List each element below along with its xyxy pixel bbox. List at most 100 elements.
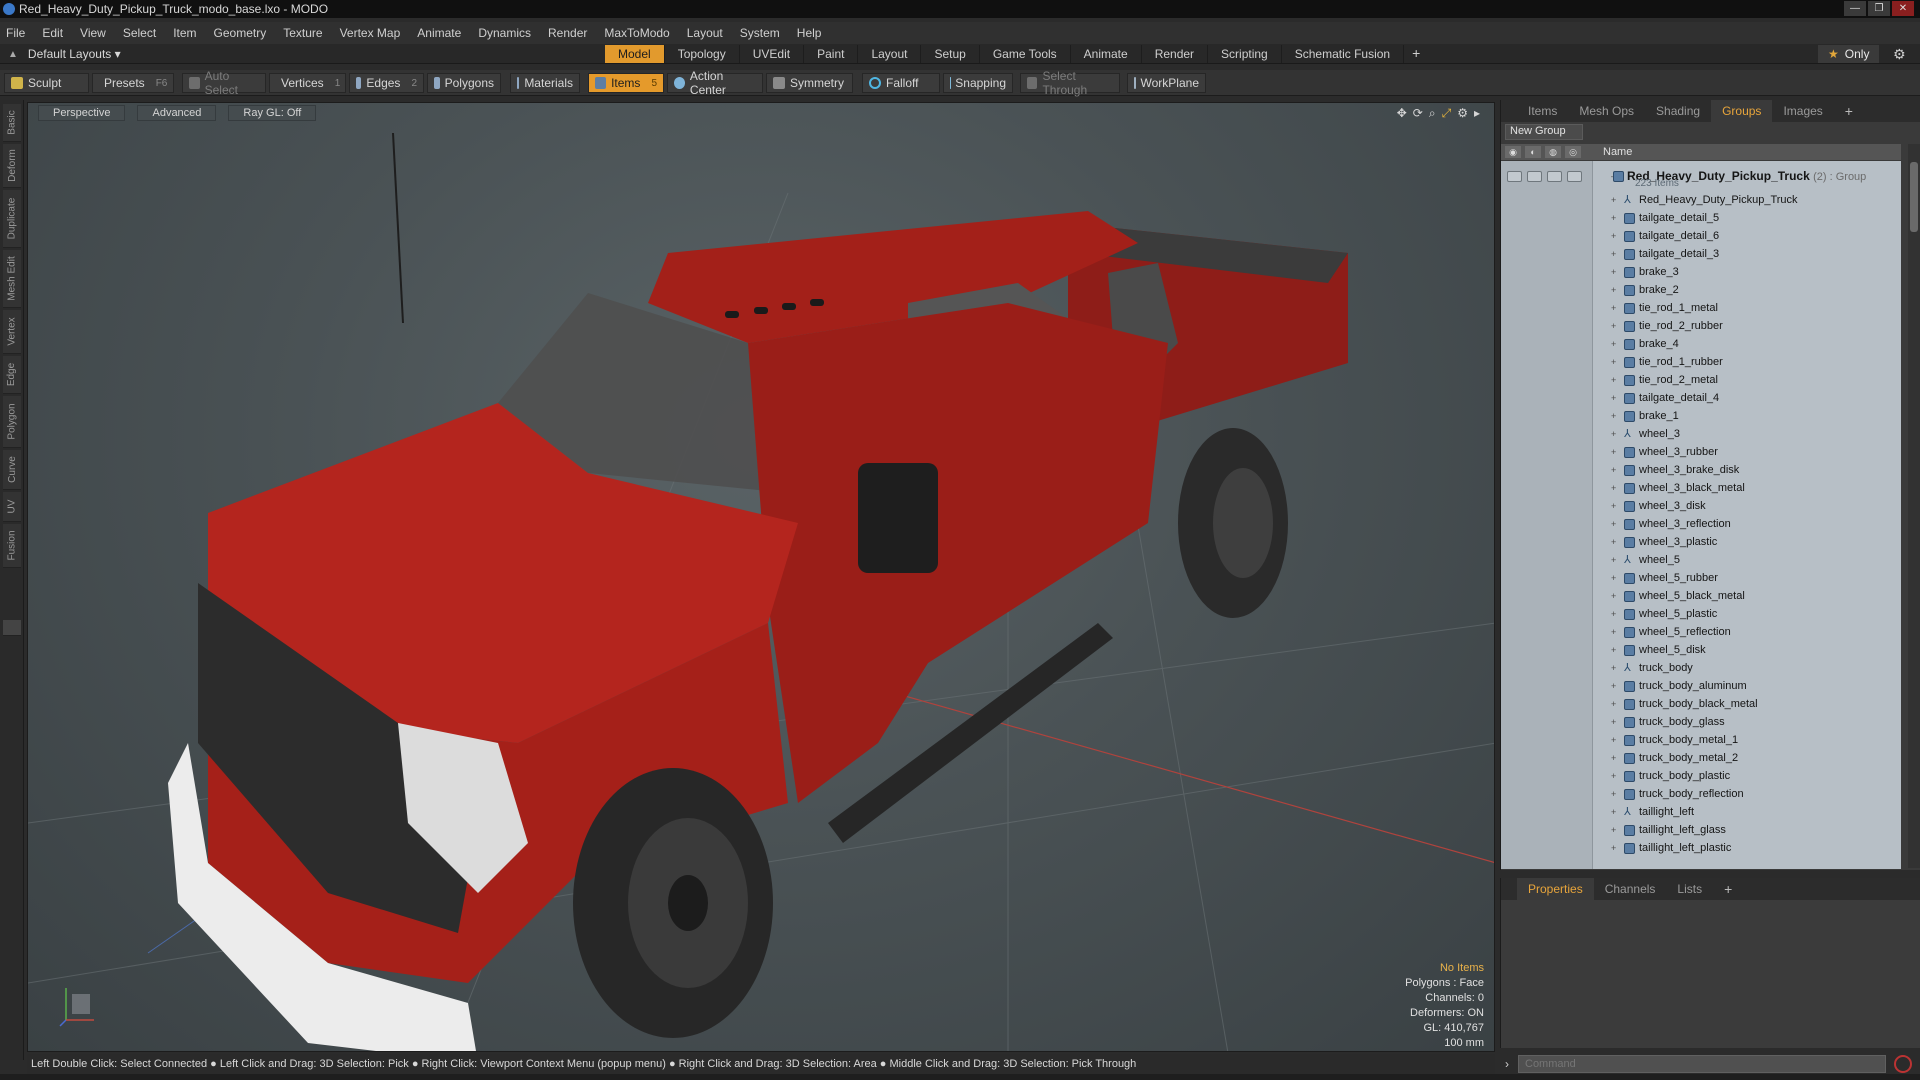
expand-toggle-icon[interactable]: + (1611, 195, 1616, 205)
expand-toggle-icon[interactable]: + (1611, 537, 1616, 547)
minimize-button[interactable]: — (1844, 1, 1866, 16)
tab-lists[interactable]: Lists (1666, 878, 1713, 900)
tree-item-row[interactable]: + ⅄ wheel_5 (1501, 551, 1901, 569)
name-column-header[interactable]: Name (1589, 146, 1632, 158)
menu-help[interactable]: Help (797, 26, 822, 40)
add-properties-tab-button[interactable]: + (1713, 878, 1743, 900)
menu-select[interactable]: Select (123, 26, 156, 40)
tree-item-row[interactable]: + ⅄ wheel_3 (1501, 425, 1901, 443)
tree-scrollbar-thumb[interactable] (1910, 162, 1918, 232)
falloff-button[interactable]: Falloff (862, 73, 940, 93)
edges-button[interactable]: Edges 2 (349, 73, 424, 93)
lock-column-icon[interactable]: ◍ (1545, 146, 1561, 158)
items-button[interactable]: Items 5 (588, 73, 664, 93)
tree-item-row[interactable]: + wheel_5_rubber (1501, 569, 1901, 587)
render-column-icon[interactable]: ◐ (1525, 146, 1541, 158)
tree-item-row[interactable]: + wheel_3_black_metal (1501, 479, 1901, 497)
raygl-dropdown[interactable]: Ray GL: Off (228, 105, 317, 121)
maximize-view-icon[interactable]: ⤢ (1442, 106, 1452, 121)
auto-select-button[interactable]: Auto Select (182, 69, 266, 97)
expand-toggle-icon[interactable]: + (1611, 771, 1616, 781)
tree-item-row[interactable]: + truck_body_black_metal (1501, 695, 1901, 713)
expand-toggle-icon[interactable]: + (1611, 591, 1616, 601)
tab-paint[interactable]: Paint (804, 45, 859, 63)
tab-properties[interactable]: Properties (1517, 878, 1594, 900)
tab-groups[interactable]: Groups (1711, 100, 1773, 122)
expand-toggle-icon[interactable]: + (1611, 429, 1616, 439)
tree-item-row[interactable]: + brake_2 (1501, 281, 1901, 299)
tree-item-row[interactable]: + tailgate_detail_6 (1501, 227, 1901, 245)
expand-toggle-icon[interactable]: + (1611, 717, 1616, 727)
vtab-fusion[interactable]: Fusion (3, 524, 21, 568)
tree-item-row[interactable]: + brake_3 (1501, 263, 1901, 281)
tab-topology[interactable]: Topology (665, 45, 740, 63)
tree-item-row[interactable]: + truck_body_metal_1 (1501, 731, 1901, 749)
viewport-settings-icon[interactable]: ⚙ (1457, 106, 1468, 121)
expand-toggle-icon[interactable]: + (1611, 411, 1616, 421)
restore-button[interactable]: ❐ (1868, 1, 1890, 16)
tab-shading[interactable]: Shading (1645, 100, 1711, 122)
vtab-deform[interactable]: Deform (3, 144, 21, 188)
select-column-icon[interactable]: ◎ (1565, 146, 1581, 158)
expand-toggle-icon[interactable]: + (1611, 573, 1616, 583)
menu-render[interactable]: Render (548, 26, 587, 40)
zoom-view-icon[interactable]: ⌕ (1429, 106, 1436, 121)
tab-animate[interactable]: Animate (1071, 45, 1142, 63)
expand-toggle-icon[interactable]: + (1611, 465, 1616, 475)
layouts-dropdown[interactable]: ▲ Default Layouts ▾ (8, 47, 121, 61)
tree-item-row[interactable]: + wheel_5_black_metal (1501, 587, 1901, 605)
menu-animate[interactable]: Animate (417, 26, 461, 40)
vtab-edge[interactable]: Edge (3, 356, 21, 394)
expand-toggle-icon[interactable]: + (1611, 231, 1616, 241)
group-row[interactable]: — Red_Heavy_Duty_Pickup_Truck (2) : Grou… (1501, 163, 1901, 189)
tree-item-row[interactable]: + tie_rod_2_rubber (1501, 317, 1901, 335)
tab-mesh-ops[interactable]: Mesh Ops (1568, 100, 1645, 122)
shading-mode-dropdown[interactable]: Advanced (137, 105, 217, 121)
tree-item-row[interactable]: + truck_body_aluminum (1501, 677, 1901, 695)
gear-icon[interactable]: ⚙ (1893, 46, 1906, 63)
tree-item-row[interactable]: + tie_rod_2_metal (1501, 371, 1901, 389)
vtab-polygon[interactable]: Polygon (3, 396, 21, 448)
expand-toggle-icon[interactable]: + (1611, 249, 1616, 259)
tab-items[interactable]: Items (1517, 100, 1568, 122)
tree-item-row[interactable]: + ⅄ truck_body (1501, 659, 1901, 677)
polygons-button[interactable]: Polygons (427, 73, 501, 93)
rotate-view-icon[interactable]: ⟳ (1413, 106, 1423, 121)
add-tab-button[interactable]: + (1404, 45, 1428, 63)
expand-toggle-icon[interactable]: + (1611, 699, 1616, 709)
stop-icon[interactable] (1894, 1055, 1912, 1073)
vtab-basic[interactable]: Basic (3, 104, 21, 142)
expand-toggle-icon[interactable]: + (1611, 357, 1616, 367)
materials-button[interactable]: Materials (510, 73, 580, 93)
tab-layout[interactable]: Layout (858, 45, 922, 63)
expand-toggle-icon[interactable]: + (1611, 303, 1616, 313)
expand-toggle-icon[interactable]: + (1611, 735, 1616, 745)
expand-toggle-icon[interactable]: + (1611, 627, 1616, 637)
menu-view[interactable]: View (80, 26, 106, 40)
tab-uvedit[interactable]: UVEdit (740, 45, 805, 63)
tree-item-row[interactable]: + brake_4 (1501, 335, 1901, 353)
tree-item-row[interactable]: + tailgate_detail_5 (1501, 209, 1901, 227)
expand-toggle-icon[interactable]: + (1611, 393, 1616, 403)
expand-toggle-icon[interactable]: + (1611, 339, 1616, 349)
expand-toggle-icon[interactable]: + (1611, 663, 1616, 673)
workplane-button[interactable]: WorkPlane (1127, 73, 1206, 93)
action-center-button[interactable]: Action Center (667, 69, 763, 97)
tree-item-row[interactable]: + wheel_3_rubber (1501, 443, 1901, 461)
tab-model[interactable]: Model (605, 45, 665, 63)
tab-schematic-fusion[interactable]: Schematic Fusion (1282, 45, 1405, 63)
tree-item-row[interactable]: + tie_rod_1_metal (1501, 299, 1901, 317)
tree-item-row[interactable]: + truck_body_reflection (1501, 785, 1901, 803)
tree-item-row[interactable]: + tie_rod_1_rubber (1501, 353, 1901, 371)
group-eye-toggle[interactable] (1507, 170, 1522, 182)
move-view-icon[interactable]: ✥ (1397, 106, 1407, 121)
expand-toggle-icon[interactable]: + (1611, 483, 1616, 493)
group-lock-toggle[interactable] (1547, 170, 1562, 182)
vtab-curve[interactable]: Curve (3, 450, 21, 490)
tree-item-row[interactable]: + taillight_left_plastic (1501, 839, 1901, 857)
expand-toggle-icon[interactable]: + (1611, 789, 1616, 799)
expand-toggle-icon[interactable]: + (1611, 843, 1616, 853)
sculpt-button[interactable]: Sculpt (4, 73, 89, 93)
close-button[interactable]: ✕ (1892, 1, 1914, 16)
tab-images[interactable]: Images (1772, 100, 1833, 122)
